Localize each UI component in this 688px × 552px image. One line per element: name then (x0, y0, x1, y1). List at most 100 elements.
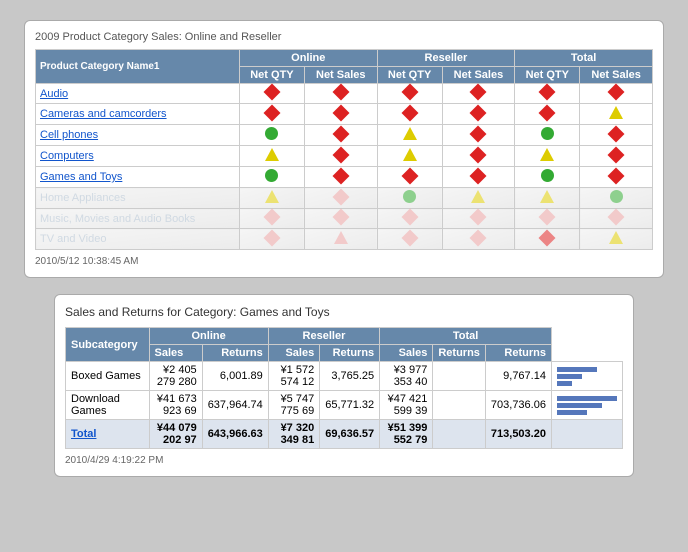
det-col-online-returns: Returns (202, 345, 268, 362)
shape-triangle-yellow (265, 148, 279, 161)
shape-cell-2-4 (515, 125, 580, 146)
bottom-panel-timestamp: 2010/4/29 4:19:22 PM (65, 455, 623, 466)
det-col-total-sales: Sales (380, 345, 433, 362)
shape-diamond-red (608, 167, 625, 184)
shape-triangle-yellow (609, 106, 623, 119)
shape-cell-4-3 (442, 167, 515, 188)
shape-diamond-red (401, 167, 418, 184)
shape-diamond-red (332, 84, 349, 101)
col-reseller-net-sales: Net Sales (442, 67, 515, 84)
shape-cell-6-1 (304, 209, 377, 229)
shape-diamond-red (263, 84, 280, 101)
category-row-name[interactable]: Cell phones (36, 125, 240, 146)
detail-table-row: Download Games¥41 673 923 69637,964.74¥5… (66, 391, 623, 420)
mini-bar-chart (557, 367, 617, 386)
detail-cell-2-1: 643,966.63 (202, 420, 268, 449)
shape-diamond-pink (539, 209, 556, 226)
detail-table-row: Boxed Games¥2 405 279 2806,001.89¥1 572 … (66, 362, 623, 391)
det-col-reseller-returns: Returns (320, 345, 380, 362)
shape-diamond-red (332, 125, 349, 142)
shape-cell-1-1 (304, 104, 377, 125)
col-online-net-qty: Net QTY (239, 67, 304, 84)
shape-diamond-pink (332, 209, 349, 226)
detail-table: Subcategory Online Reseller Total Sales … (65, 327, 623, 449)
det-col-reseller-sales: Sales (268, 345, 319, 362)
shape-diamond-red (401, 104, 418, 121)
detail-cell-2-6: 713,503.20 (485, 420, 551, 449)
col-reseller-net-qty: Net QTY (377, 67, 442, 84)
shape-cell-6-0 (239, 209, 304, 229)
col-total-net-qty: Net QTY (515, 67, 580, 84)
category-row-name[interactable]: Audio (36, 84, 240, 104)
mini-bar-segment (557, 367, 597, 372)
shape-cell-1-4 (515, 104, 580, 125)
category-row-name[interactable]: Games and Toys (36, 167, 240, 188)
shape-diamond-pink (401, 209, 418, 226)
shape-diamond-red (470, 146, 487, 163)
shape-triangle-yellow (609, 231, 623, 244)
mini-bar-segment (557, 381, 572, 386)
shape-cell-3-3 (442, 146, 515, 167)
shape-diamond-red (263, 104, 280, 121)
det-total-header: Total (380, 328, 552, 345)
shape-diamond-red (608, 125, 625, 142)
subcategory-header: Subcategory (66, 328, 150, 362)
col-online-net-sales: Net Sales (304, 67, 377, 84)
detail-cell-1-7 (551, 391, 622, 420)
shape-diamond-pink (401, 229, 418, 246)
mini-bar-segment (557, 396, 617, 401)
shape-diamond-red (608, 146, 625, 163)
det-col-total-returns: Returns (433, 345, 486, 362)
detail-cell-1-4: ¥47 421 599 39 (380, 391, 433, 420)
shape-cell-2-5 (580, 125, 653, 146)
det-col-online-sales: Sales (149, 345, 202, 362)
detail-row-name[interactable]: Total (66, 420, 150, 449)
shape-cell-4-5 (580, 167, 653, 188)
shape-cell-6-3 (442, 209, 515, 229)
shape-triangle-yellow (265, 190, 279, 203)
shape-cell-5-2 (377, 188, 442, 209)
shape-cell-4-4 (515, 167, 580, 188)
shape-diamond-red (332, 146, 349, 163)
mini-bar-segment (557, 403, 602, 408)
shape-diamond-pink (263, 209, 280, 226)
shape-cell-3-2 (377, 146, 442, 167)
shape-diamond-red (470, 167, 487, 184)
top-panel-timestamp: 2010/5/12 10:38:45 AM (35, 256, 653, 267)
detail-cell-2-0: ¥44 079 202 97 (149, 420, 202, 449)
shape-diamond-red (539, 84, 556, 101)
shape-cell-1-5 (580, 104, 653, 125)
category-row-name[interactable]: Cameras and camcorders (36, 104, 240, 125)
shape-cell-4-1 (304, 167, 377, 188)
shape-diamond-red (470, 104, 487, 121)
shape-cell-5-1 (304, 188, 377, 209)
shape-diamond-pink (332, 188, 349, 205)
detail-cell-2-5 (433, 420, 486, 449)
shape-circle-green (403, 190, 416, 203)
shape-cell-6-4 (515, 209, 580, 229)
mini-bar-chart (557, 396, 617, 415)
shape-cell-3-0 (239, 146, 304, 167)
mini-bar-segment (557, 374, 582, 379)
detail-cell-1-2: ¥5 747 775 69 (268, 391, 319, 420)
category-sales-table: Product Category Name1 Online Reseller T… (35, 49, 653, 250)
shape-triangle-yellow (471, 190, 485, 203)
shape-cell-0-1 (304, 84, 377, 104)
detail-row-name: Download Games (66, 391, 150, 420)
detail-cell-2-4: ¥51 399 552 79 (380, 420, 433, 449)
shape-cell-5-0 (239, 188, 304, 209)
total-group-header: Total (515, 50, 653, 67)
shape-cell-7-3 (442, 229, 515, 250)
shape-circle-green (541, 127, 554, 140)
category-row-name[interactable]: Computers (36, 146, 240, 167)
shape-circle-green (541, 169, 554, 182)
shape-cell-5-3 (442, 188, 515, 209)
col-total-net-sales: Net Sales (580, 67, 653, 84)
category-row-name: TV and Video (36, 229, 240, 250)
detail-cell-0-3: 3,765.25 (320, 362, 380, 391)
shape-diamond-pink (608, 209, 625, 226)
shape-cell-7-1 (304, 229, 377, 250)
shape-cell-2-1 (304, 125, 377, 146)
shape-diamond-pink (263, 229, 280, 246)
shape-cell-1-3 (442, 104, 515, 125)
